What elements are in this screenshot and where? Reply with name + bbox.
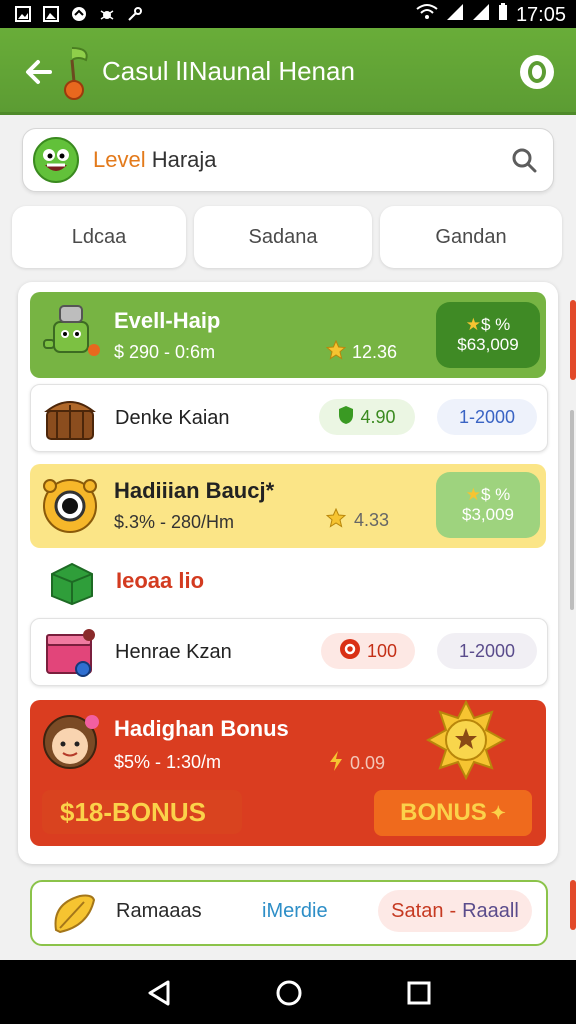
- status-bar: 17:05: [0, 0, 576, 28]
- star-icon: ★: [465, 314, 481, 334]
- bonus-button-label: BONUS: [400, 799, 487, 826]
- footer-separator: -: [449, 899, 457, 922]
- search-icon[interactable]: [511, 147, 537, 173]
- gift-box-icon: [43, 625, 99, 679]
- bolt-icon: [328, 750, 344, 777]
- status-icons-left: [14, 5, 144, 23]
- range-pill[interactable]: 1-2000: [437, 633, 537, 669]
- monster-avatar-icon: [33, 137, 79, 183]
- pill-value: 100: [366, 640, 398, 661]
- sun-star-icon: [425, 699, 507, 781]
- list-item-stat: 12.36: [325, 339, 398, 365]
- section-header: Ieoaa lio: [30, 554, 546, 610]
- camera-character-icon: [38, 472, 106, 540]
- stat-value: 0.09: [350, 753, 386, 773]
- home-circle-icon[interactable]: [274, 978, 304, 1013]
- tab-label: Sadana: [248, 225, 318, 248]
- footer-right-prefix: Satan: [391, 899, 444, 922]
- section-title: Ieoaa lio: [116, 568, 205, 593]
- signal-icon: [446, 3, 464, 27]
- badge-top: ★$ %: [465, 314, 511, 334]
- bonus-stat: 0.09: [328, 750, 385, 777]
- list-item-title: Denke Kaian: [115, 407, 230, 429]
- key-icon: [126, 5, 144, 23]
- signal-icon: [472, 3, 490, 27]
- app-bar: Casul lINaunal Henan: [0, 28, 576, 115]
- scrollbar[interactable]: [570, 410, 574, 610]
- scroll-peek-bottom: [570, 880, 576, 930]
- level-pill[interactable]: 4.90: [319, 399, 415, 435]
- app-title: Casul lINaunal Henan: [102, 56, 355, 86]
- list-item-title: Henrae Kzan: [115, 641, 232, 663]
- search-query-text: Haraja: [151, 147, 217, 172]
- star-icon: ★: [465, 484, 481, 504]
- list-item-title: Hadiiian Baucj*: [114, 478, 275, 503]
- level-list-card: Evell-Haip $ 290 - 0:6m 12.36 ★$ % $63,0…: [18, 282, 558, 864]
- battery-icon: [498, 3, 508, 27]
- girl-avatar-icon: [38, 708, 102, 772]
- sparkle-icon: ✦: [490, 802, 506, 823]
- nav-bar: [0, 960, 576, 1024]
- tab-label: Gandan: [435, 225, 507, 248]
- badge-top: ★$ %: [465, 484, 511, 504]
- coin-icon: [339, 638, 361, 665]
- star-icon: [325, 507, 347, 533]
- green-cube-icon: [46, 560, 98, 606]
- bonus-left-label: $18-BONUS: [42, 790, 242, 834]
- wifi-icon: [416, 3, 438, 27]
- pill-value: 1-2000: [458, 640, 516, 661]
- scroll-peek-left: [570, 300, 576, 380]
- search-input[interactable]: Level Haraja: [93, 147, 217, 173]
- fruit-logo-icon: [50, 42, 94, 102]
- star-icon: [325, 339, 347, 365]
- footer-right-suffix: Raaall: [462, 899, 519, 922]
- reward-badge[interactable]: ★$ % $63,009: [436, 302, 540, 368]
- treasure-chest-icon: [43, 393, 99, 443]
- footer-card[interactable]: Ramaaas iMerdie Satan - Raaall: [30, 880, 548, 946]
- bonus-subtitle: $5% - 1:30/m: [114, 752, 222, 772]
- badge-value: $63,009: [457, 335, 519, 354]
- pill-value: 4.90: [360, 406, 396, 427]
- shield-icon: [338, 405, 354, 430]
- coin-icon[interactable]: [520, 55, 554, 89]
- list-item-subtitle: $.3% - 280/Hm: [114, 512, 235, 532]
- recent-square-icon[interactable]: [404, 978, 434, 1013]
- list-item-title: Evell-Haip: [114, 308, 221, 333]
- range-pill[interactable]: 1-2000: [437, 399, 537, 435]
- search-bar[interactable]: Level Haraja: [22, 128, 554, 192]
- list-item[interactable]: Denke Kaian 4.90 1-2000: [30, 384, 548, 452]
- list-item-featured[interactable]: Hadiiian Baucj* $.3% - 280/Hm 4.33 ★$ % …: [30, 464, 546, 548]
- image-icon: [14, 5, 32, 23]
- list-item-subtitle: $ 290 - 0:6m: [114, 342, 216, 362]
- bonus-title: Hadighan Bonus: [114, 716, 289, 741]
- stat-value: 12.36: [352, 342, 398, 362]
- bonus-button[interactable]: BONUS ✦: [374, 790, 532, 836]
- status-icons-right: 17:05: [416, 3, 566, 27]
- image-icon: [42, 5, 60, 23]
- cloud-icon: [70, 5, 88, 23]
- level-pill[interactable]: 100: [321, 633, 415, 669]
- reward-badge[interactable]: ★$ % $3,009: [436, 472, 540, 538]
- list-item-stat: 4.33: [325, 507, 390, 533]
- tab-ldcaa[interactable]: Ldcaa: [12, 206, 186, 268]
- list-item-featured[interactable]: Evell-Haip $ 290 - 0:6m 12.36 ★$ % $63,0…: [30, 292, 546, 378]
- tab-gandan[interactable]: Gandan: [380, 206, 562, 268]
- badge-value: $3,009: [462, 505, 514, 524]
- tab-sadana[interactable]: Sadana: [194, 206, 372, 268]
- status-time: 17:05: [515, 3, 566, 26]
- back-triangle-icon[interactable]: [144, 978, 174, 1013]
- footer-left-label: Ramaaas: [116, 900, 202, 922]
- search-level-label: Level: [93, 147, 146, 172]
- stat-value: 4.33: [354, 510, 390, 530]
- list-item[interactable]: Henrae Kzan 100 1-2000: [30, 618, 548, 686]
- leaf-icon: [48, 890, 98, 936]
- pill-value: 1-2000: [458, 406, 516, 427]
- tab-label: Ldcaa: [71, 225, 127, 248]
- bug-icon: [98, 5, 116, 23]
- footer-middle-label: iMerdie: [262, 900, 328, 922]
- bonus-card[interactable]: Hadighan Bonus $5% - 1:30/m 0.09 $18-BON…: [30, 699, 546, 846]
- footer-right-pill[interactable]: Satan - Raaall: [378, 890, 532, 932]
- robot-character-icon: [38, 300, 108, 370]
